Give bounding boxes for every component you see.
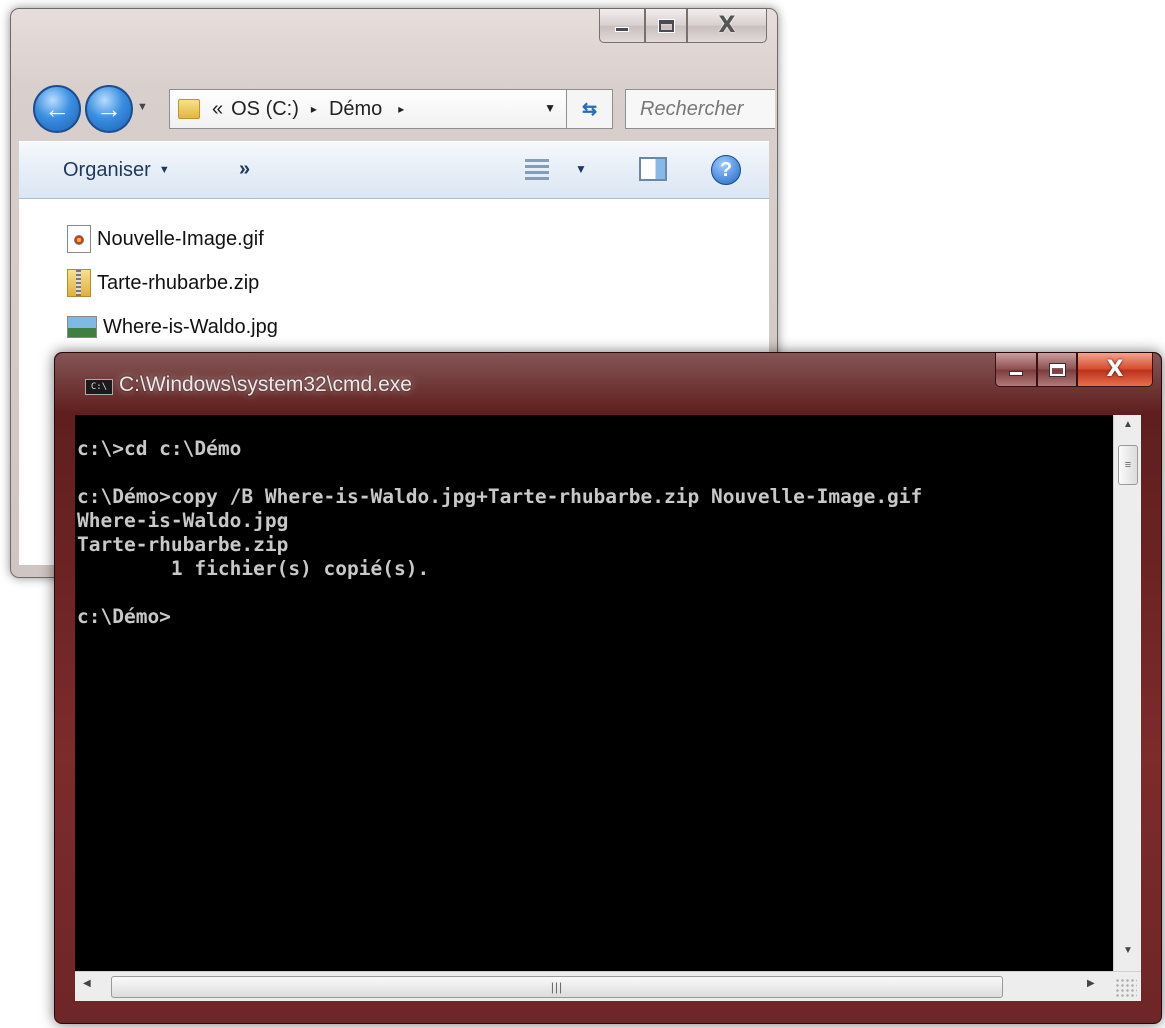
breadcrumb-demo[interactable]: Démo [329, 98, 382, 121]
explorer-command-bar: Organiser ▼ » ▼ ? [19, 141, 769, 199]
cmd-window: C:\ C:\Windows\system32\cmd.exe X c:\>cd… [54, 352, 1162, 1024]
refresh-icon: ⇆ [581, 98, 598, 119]
console-line: c:\>cd c:\Démo [77, 437, 242, 460]
view-dropdown-icon[interactable]: ▼ [575, 162, 587, 176]
file-item-nouvelle-image[interactable]: Nouvelle-Image.gif [67, 221, 264, 257]
vertical-scrollbar[interactable]: ▲ ≡ ▼ [1113, 415, 1141, 971]
folder-icon [178, 99, 200, 119]
forward-arrow-icon: → [96, 93, 122, 124]
console-line: Tarte-rhubarbe.zip [77, 533, 289, 556]
scroll-right-icon[interactable]: ▶ [1087, 978, 1095, 989]
vertical-scroll-thumb[interactable]: ≡ [1118, 445, 1138, 485]
explorer-close-button[interactable]: X [687, 9, 767, 43]
breadcrumb-separator-icon[interactable]: ▸ [311, 102, 317, 116]
file-name: Tarte-rhubarbe.zip [97, 271, 260, 294]
address-bar[interactable]: « OS (C:) ▸ Démo ▸ ▼ [169, 89, 567, 129]
gif-file-icon [67, 225, 91, 253]
close-icon: X [1106, 357, 1124, 382]
file-item-tarte-rhubarbe[interactable]: Tarte-rhubarbe.zip [67, 265, 259, 301]
file-name: Nouvelle-Image.gif [97, 227, 264, 250]
cmd-close-button[interactable]: X [1077, 353, 1153, 387]
file-item-where-is-waldo[interactable]: Where-is-Waldo.jpg [67, 309, 278, 345]
cmd-caption-buttons: X [995, 353, 1153, 389]
address-dropdown-icon[interactable]: ▼ [544, 101, 556, 115]
file-name: Where-is-Waldo.jpg [103, 315, 278, 338]
horizontal-scroll-thumb[interactable]: ||| [111, 976, 1003, 998]
resize-grip-icon[interactable] [1115, 978, 1137, 998]
breadcrumb-os-c[interactable]: OS (C:) [231, 98, 299, 121]
minimize-icon [615, 27, 629, 32]
help-icon[interactable]: ? [711, 155, 741, 185]
breadcrumb-separator-icon[interactable]: ▸ [398, 102, 404, 116]
minimize-icon [1009, 371, 1023, 376]
console-line: c:\Démo>copy /B Where-is-Waldo.jpg+Tarte… [77, 485, 923, 508]
maximize-icon [1049, 363, 1065, 376]
chevron-down-icon: ▼ [158, 164, 170, 176]
forward-button[interactable]: → [85, 85, 133, 133]
explorer-minimize-button[interactable] [599, 9, 645, 43]
refresh-button[interactable]: ⇆ [567, 89, 613, 129]
preview-pane-icon[interactable] [639, 157, 667, 181]
console-line: 1 fichier(s) copié(s). [77, 557, 430, 580]
more-commands-button[interactable]: » [239, 158, 250, 181]
zip-file-icon [67, 269, 91, 297]
explorer-maximize-button[interactable] [645, 9, 687, 43]
console-line: Where-is-Waldo.jpg [77, 509, 289, 532]
close-icon: X [718, 13, 736, 38]
search-placeholder: Rechercher [640, 97, 744, 120]
cmd-minimize-button[interactable] [995, 353, 1037, 387]
explorer-caption-buttons: X [599, 9, 767, 45]
address-overflow[interactable]: « [212, 98, 223, 121]
cmd-app-icon[interactable]: C:\ [85, 379, 113, 395]
scroll-left-icon[interactable]: ◀ [83, 978, 91, 989]
horizontal-scrollbar[interactable]: ◀ ||| ▶ [75, 971, 1141, 1001]
cmd-maximize-button[interactable] [1037, 353, 1077, 387]
view-options-icon[interactable] [525, 159, 549, 181]
window-title: C:\Windows\system32\cmd.exe [119, 373, 412, 396]
search-input[interactable]: Rechercher [625, 89, 775, 129]
organise-menu-button[interactable]: Organiser ▼ [63, 159, 170, 182]
back-arrow-icon: ← [44, 93, 70, 124]
jpg-file-icon [67, 316, 97, 338]
recent-pages-dropdown[interactable]: ▼ [137, 101, 148, 113]
console-prompt[interactable]: c:\Démo> [77, 605, 1113, 629]
console-output[interactable]: c:\>cd c:\Démo c:\Démo>copy /B Where-is-… [75, 415, 1113, 971]
scroll-down-icon[interactable]: ▼ [1114, 945, 1142, 965]
explorer-navigation-bar: ← → ▼ « OS (C:) ▸ Démo ▸ ▼ ⇆ Rechercher [29, 83, 775, 135]
scroll-up-icon[interactable]: ▲ [1114, 419, 1142, 439]
back-button[interactable]: ← [33, 85, 81, 133]
organise-label: Organiser [63, 159, 151, 181]
maximize-icon [658, 19, 674, 32]
